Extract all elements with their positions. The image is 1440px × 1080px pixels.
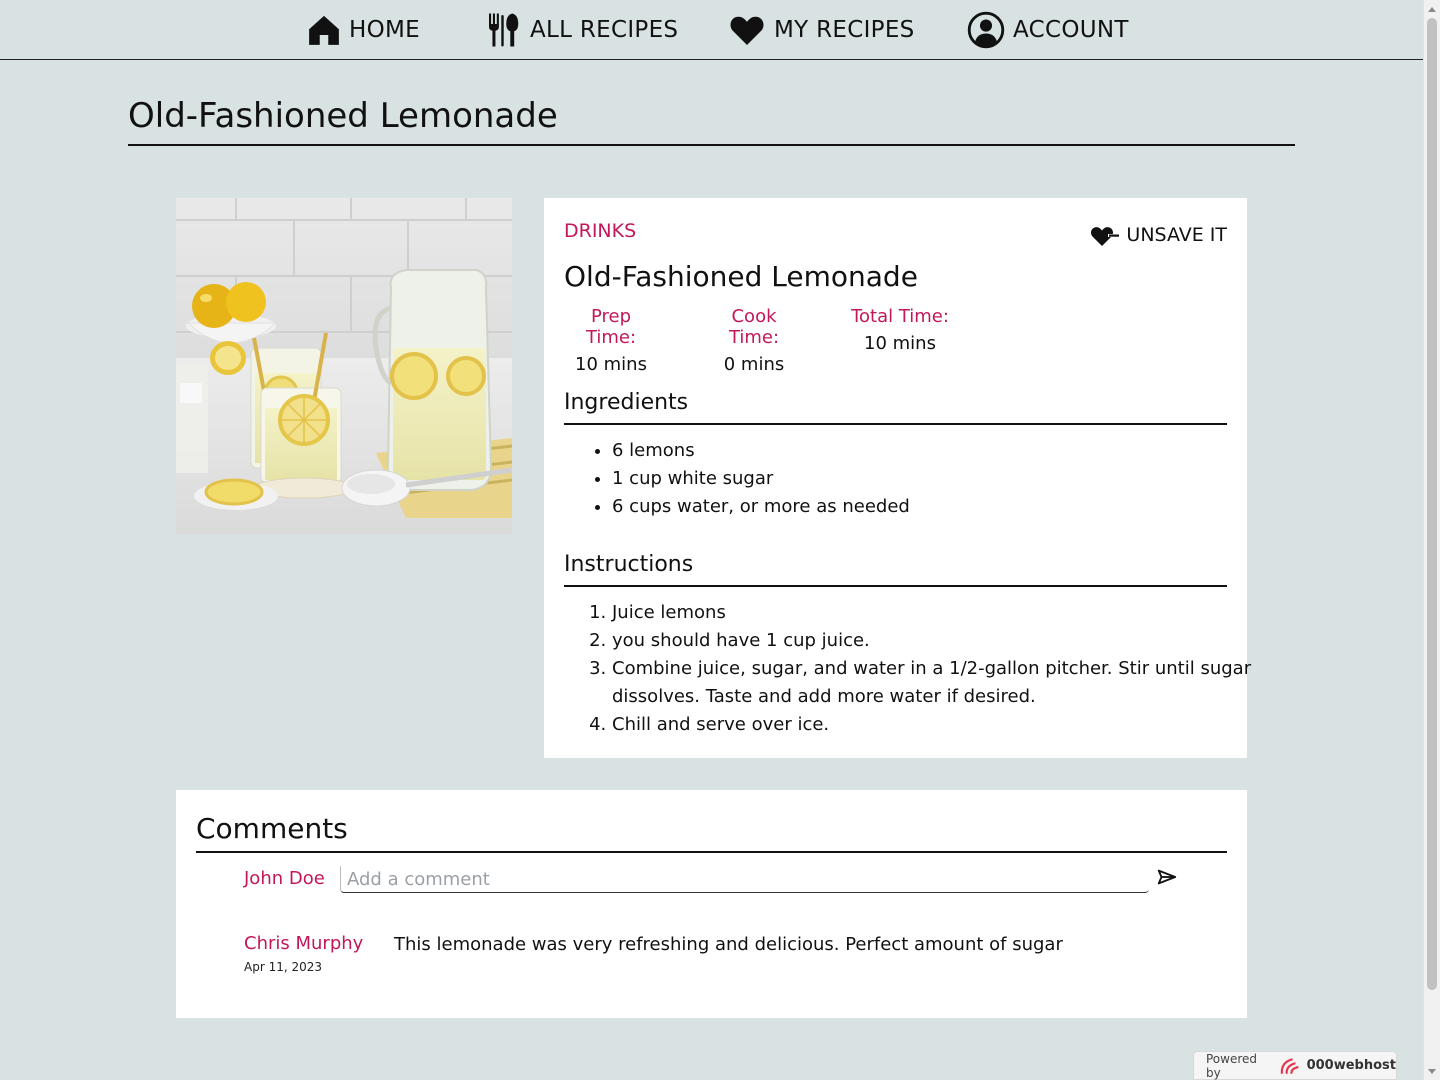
ingredients-list: 6 lemons 1 cup white sugar 6 cups water,… [564,437,1252,521]
fork-knife-icon [489,13,519,47]
recipe-image [176,198,512,534]
powered-by-badge[interactable]: Powered by 000webhost [1193,1051,1397,1080]
recipe-card: DRINKS UNSAVE IT Old-Fashioned Lemonade … [544,198,1251,758]
nav-my-recipes-label: MY RECIPES [774,17,915,43]
page-viewport: HOME ALL RECIPES MY RECIPES ACCOUNT Old-… [0,0,1423,1080]
user-circle-icon [967,11,1005,49]
total-time-label: Total Time: [851,306,949,327]
recipe-category[interactable]: DRINKS [564,220,636,242]
cook-time: Cook Time: 0 mins [704,306,804,375]
vertical-scrollbar[interactable] [1423,0,1440,1080]
instructions-list: Juice lemons you should have 1 cup juice… [564,599,1252,739]
scroll-up-arrow-icon[interactable] [1424,2,1440,16]
recipe-name: Old-Fashioned Lemonade [564,260,918,293]
nav-account[interactable]: ACCOUNT [967,10,1129,50]
nav-home[interactable]: HOME [307,10,420,50]
send-icon[interactable] [1156,866,1178,888]
cook-time-value: 0 mins [723,354,785,375]
comment-input[interactable] [340,866,1149,893]
total-time: Total Time: 10 mins [850,306,950,354]
powered-by-label: Powered by [1206,1051,1258,1080]
000webhost-logo-icon [1281,1057,1299,1074]
ingredient-item: 6 cups water, or more as needed [612,493,1252,521]
nav-home-label: HOME [349,17,420,43]
comments-heading: Comments [196,812,1227,853]
nav-all-recipes[interactable]: ALL RECIPES [486,10,678,50]
comment-text: This lemonade was very refreshing and de… [394,934,1063,955]
unsave-button[interactable]: UNSAVE IT [1090,222,1227,248]
comment-author: Chris Murphy [244,933,364,954]
comment-date: Apr 11, 2023 [244,960,323,974]
comments-card: Comments John Doe Chris Murphy Apr 11, 2… [176,790,1247,1018]
page-title: Old-Fashioned Lemonade [128,96,1295,146]
heart-minus-icon [1091,227,1120,246]
home-icon [309,15,339,45]
instruction-step: Juice lemons [612,599,1252,627]
instruction-step: Chill and serve over ice. [612,711,1252,739]
scrollbar-thumb[interactable] [1427,18,1437,990]
nav-my-recipes[interactable]: MY RECIPES [728,10,915,50]
powered-by-brand: 000webhost [1306,1058,1396,1073]
ingredient-item: 1 cup white sugar [612,465,1252,493]
nav-all-recipes-label: ALL RECIPES [530,17,679,43]
instruction-step: you should have 1 cup juice. [612,627,1252,655]
instruction-step: Combine juice, sugar, and water in a 1/2… [612,655,1252,711]
total-time-value: 10 mins [864,333,936,354]
prep-time-value: 10 mins [575,354,647,375]
current-user-name: John Doe [244,868,325,889]
top-navigation: HOME ALL RECIPES MY RECIPES ACCOUNT [0,0,1423,60]
instructions-heading: Instructions [564,552,1227,587]
nav-account-label: ACCOUNT [1013,17,1129,43]
scroll-down-arrow-icon[interactable] [1424,1064,1440,1078]
unsave-label: UNSAVE IT [1126,224,1227,246]
ingredient-item: 6 lemons [612,437,1252,465]
prep-time: Prep Time: 10 mins [564,306,658,375]
prep-time-label: Prep Time: [585,306,637,348]
ingredients-heading: Ingredients [564,390,1227,425]
cook-time-label: Cook Time: [728,306,780,348]
heart-icon [730,16,764,45]
